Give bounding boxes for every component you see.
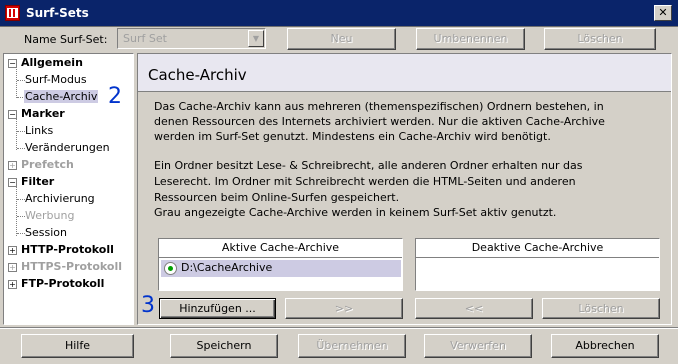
tree-group-allgemein[interactable]: Allgemein [21, 56, 83, 70]
cancel-button[interactable]: Abbrechen [551, 334, 659, 358]
active-archives-list[interactable]: Aktive Cache-Archive D:\CacheArchive [158, 238, 403, 291]
annotation-marker-3: 3 [141, 293, 155, 318]
tree-item-session[interactable]: Session [25, 226, 67, 240]
window-title: Surf-Sets [26, 6, 89, 20]
panel-title: Cache-Archiv [148, 66, 247, 84]
expand-icon[interactable]: + [8, 161, 17, 170]
add-button[interactable]: Hinzufügen ... [159, 298, 276, 319]
tree-group-http[interactable]: HTTP-Protokoll [21, 243, 114, 257]
move-right-button: >> [285, 298, 403, 319]
tree-item-cache-archiv-label: Cache-Archiv [24, 90, 99, 103]
save-button[interactable]: Speichern [170, 334, 278, 358]
expand-icon[interactable]: + [8, 246, 17, 255]
panel-header: Cache-Archiv [138, 54, 671, 92]
collapse-icon[interactable]: − [8, 178, 17, 187]
list-item[interactable]: D:\CacheArchive [161, 260, 401, 277]
expand-icon[interactable]: + [8, 263, 17, 272]
tree-item-archivierung[interactable]: Archivierung [25, 192, 95, 206]
inactive-archives-header: Deaktive Cache-Archive [416, 239, 659, 258]
surf-set-name-label: Name Surf-Set: [24, 33, 108, 46]
remove-archive-button: Löschen [542, 298, 660, 319]
move-left-button: << [415, 298, 533, 319]
collapse-icon[interactable]: − [8, 59, 17, 68]
delete-button: Löschen [544, 28, 656, 50]
tree-item-links[interactable]: Links [25, 124, 53, 138]
footer-separator [0, 327, 678, 329]
active-archives-header: Aktive Cache-Archive [159, 239, 402, 258]
description-line: Grau angezeigte Cache-Archive werden in … [154, 206, 557, 219]
app-icon [5, 5, 20, 21]
description-line: Ein Ordner besitzt Lese- & Schreibrecht,… [154, 159, 583, 172]
tree-item-veraenderungen[interactable]: Veränderungen [25, 141, 110, 155]
tree-group-ftp[interactable]: FTP-Protokoll [21, 277, 104, 291]
description-line: Leserecht. Im Ordner mit Schreibrecht we… [154, 175, 576, 188]
description-line: denen Ressourcen des Internets archivier… [154, 115, 605, 128]
surf-set-combo: Surf Set ▼ [117, 28, 266, 49]
tree-group-filter[interactable]: Filter [21, 175, 54, 189]
tree-group-marker[interactable]: Marker [21, 107, 65, 121]
tree-item-werbung[interactable]: Werbung [25, 209, 74, 223]
archive-path: D:\CacheArchive [181, 261, 273, 274]
description-line: Das Cache-Archiv kann aus mehreren (them… [154, 100, 604, 113]
content-panel: Cache-Archiv Das Cache-Archiv kann aus m… [137, 53, 672, 325]
new-button: Neu [287, 28, 396, 50]
apply-button: Übernehmen [298, 334, 406, 358]
surf-set-combo-value: Surf Set [123, 32, 167, 45]
close-button[interactable]: ✕ [654, 5, 672, 21]
help-button[interactable]: Hilfe [21, 334, 134, 358]
tree-item-cache-archiv[interactable]: Cache-Archiv [24, 90, 99, 104]
discard-button: Verwerfen [424, 334, 532, 358]
title-bar: Surf-Sets ✕ [0, 0, 678, 27]
annotation-marker-2: 2 [108, 84, 122, 109]
tree-group-prefetch[interactable]: Prefetch [21, 158, 74, 172]
tree-group-https[interactable]: HTTPS-Protokoll [21, 260, 122, 274]
description-line: Ressourcen beim Online-Surfen gespeicher… [154, 191, 400, 204]
collapse-icon[interactable]: − [8, 110, 17, 119]
description-line: werden im Surf-Set genutzt. Mindestens e… [154, 130, 551, 143]
rename-button: Umbenennen [416, 28, 525, 50]
chevron-down-icon: ▼ [248, 30, 264, 47]
tree-item-surf-modus[interactable]: Surf-Modus [25, 73, 87, 87]
inactive-archives-list[interactable]: Deaktive Cache-Archive [415, 238, 660, 291]
expand-icon[interactable]: + [8, 280, 17, 289]
radio-selected-icon[interactable] [164, 262, 177, 275]
